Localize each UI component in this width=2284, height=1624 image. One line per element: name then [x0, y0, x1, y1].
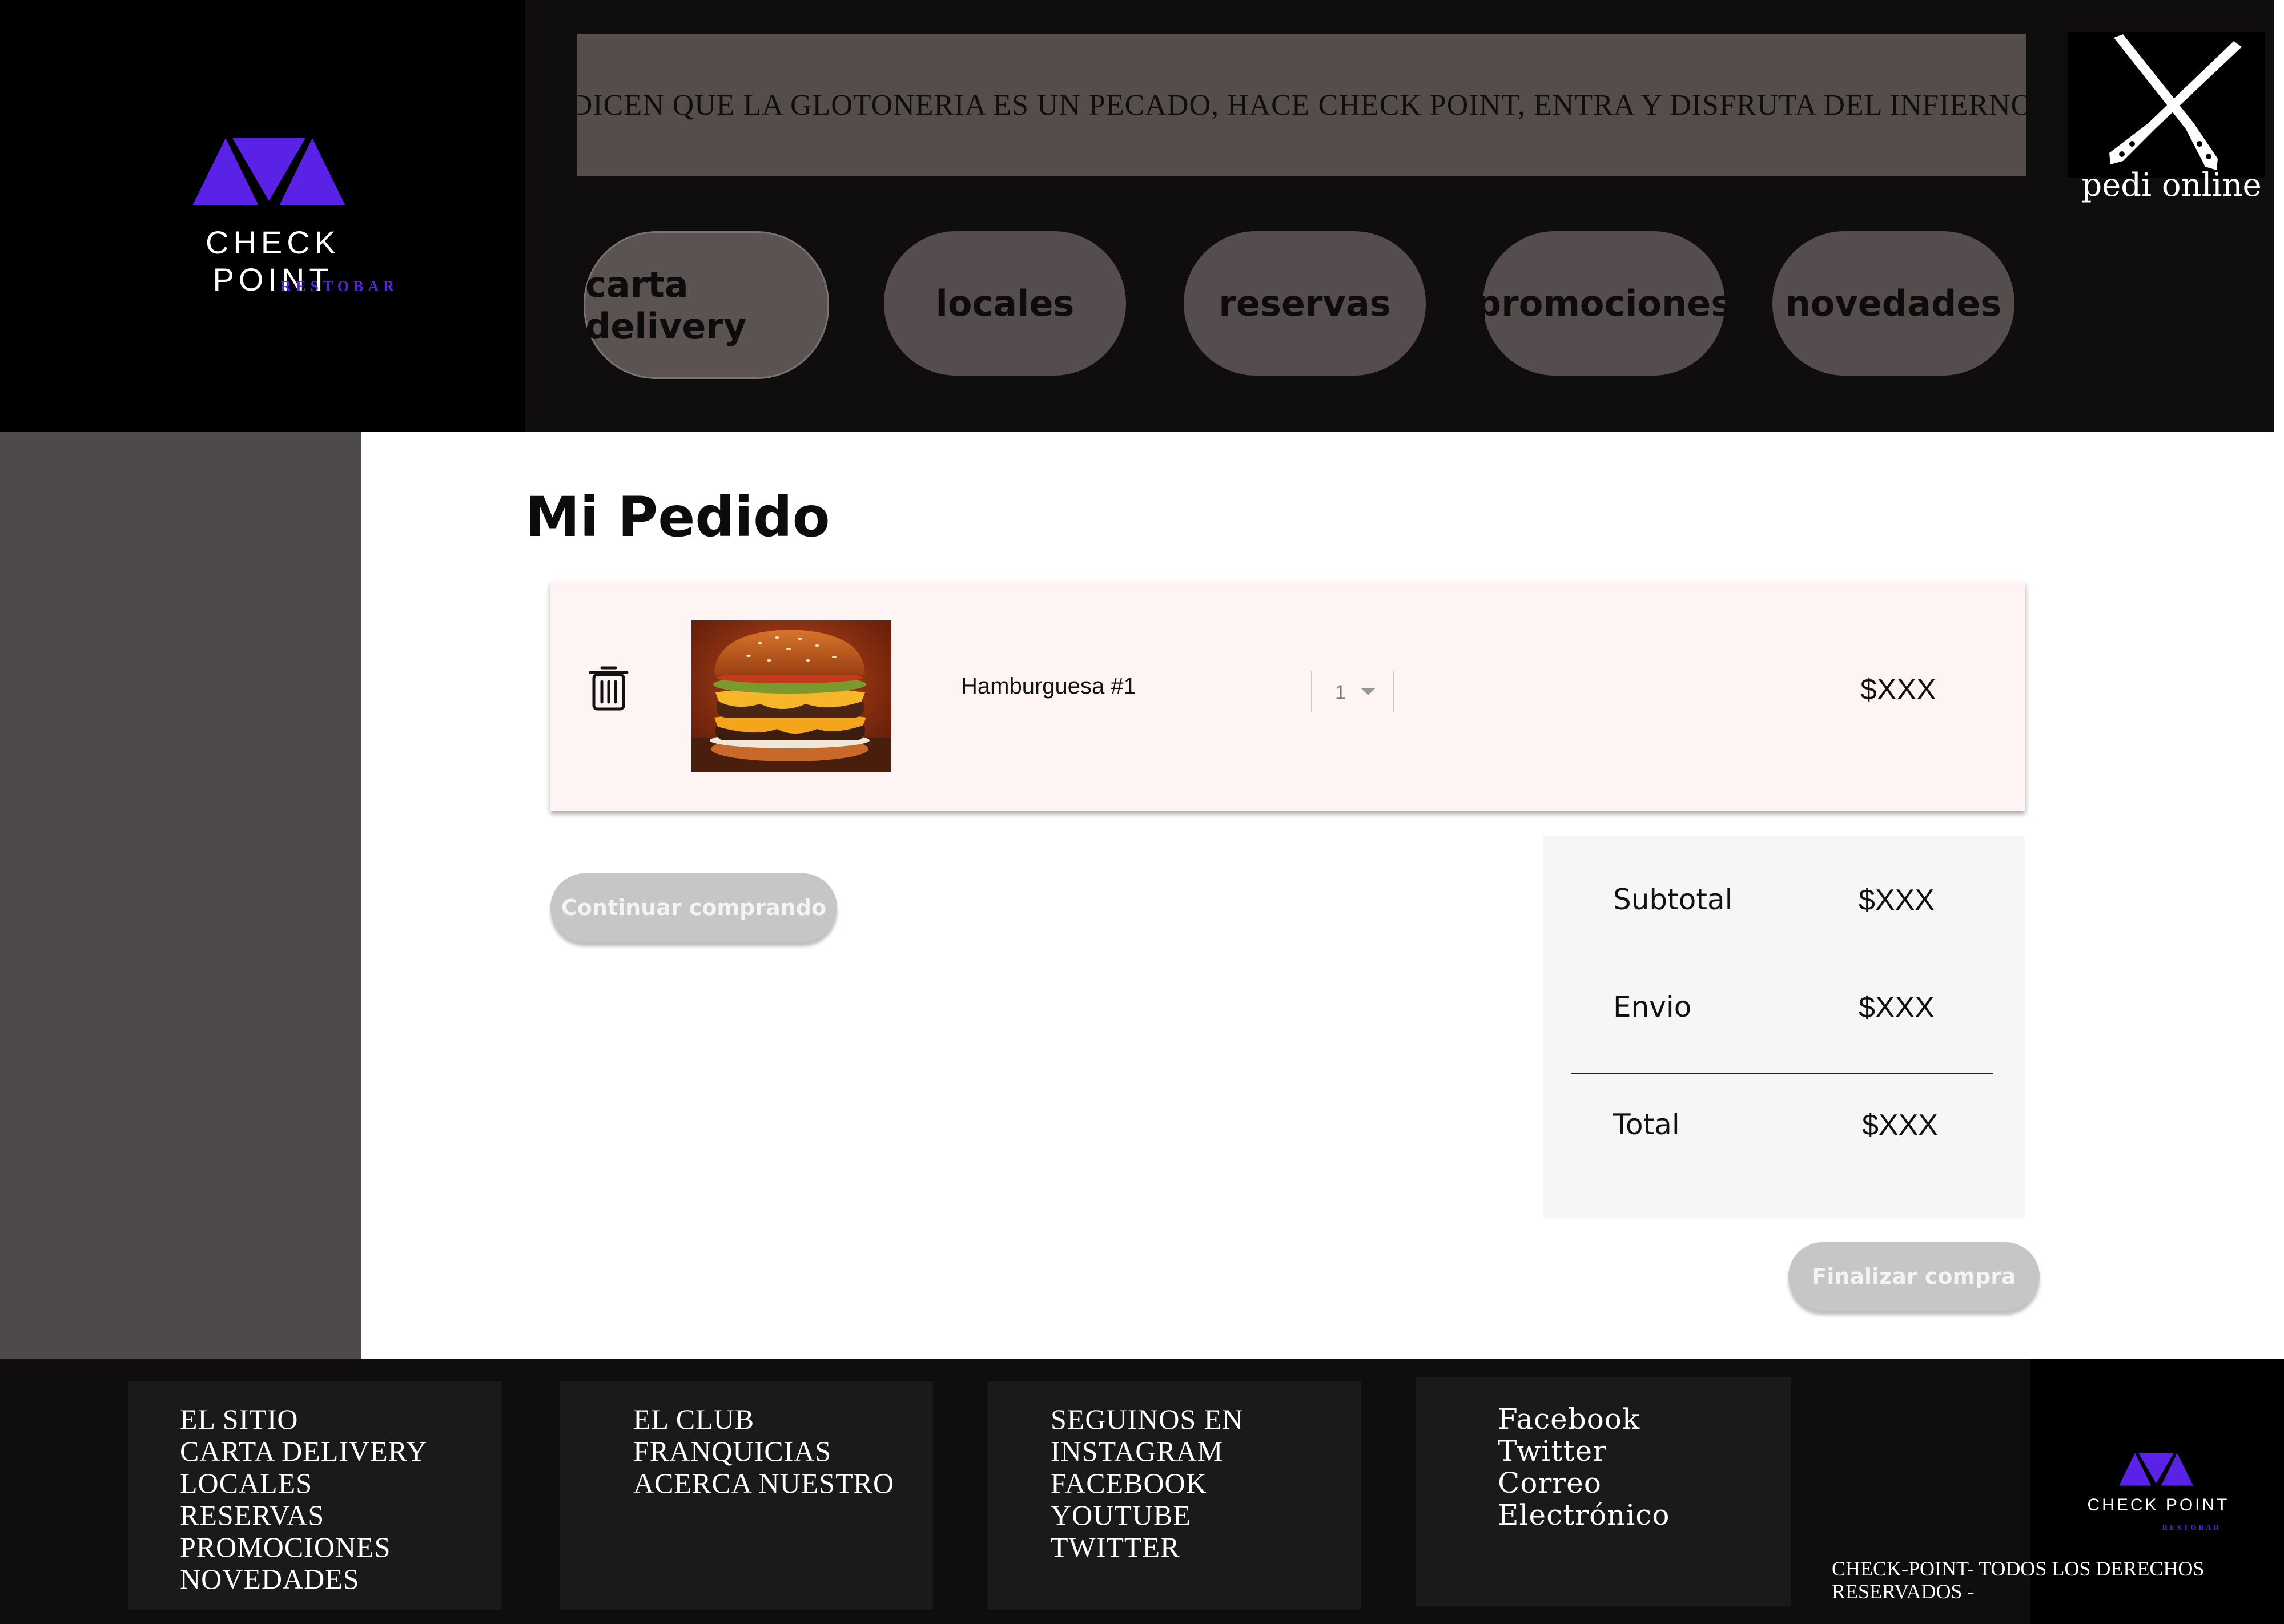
order-online-button[interactable] — [2068, 32, 2265, 178]
footer-link[interactable]: Twitter — [1498, 1435, 1670, 1467]
footer-brand-subtitle: RESTOBAR — [2162, 1523, 2221, 1532]
footer-link[interactable]: LOCALES — [180, 1467, 427, 1499]
quantity-value: 1 — [1335, 682, 1346, 703]
trash-icon[interactable] — [588, 662, 629, 712]
footer-link[interactable]: RESERVAS — [180, 1499, 427, 1531]
finish-purchase-button[interactable]: Finalizar compra — [1788, 1242, 2040, 1311]
burger-photo — [691, 620, 891, 772]
burger-image — [691, 620, 891, 772]
crossed-knives-icon — [2109, 34, 2242, 170]
footer-column-follow: SEGUINOS EN INSTAGRAM FACEBOOK YOUTUBE T… — [988, 1381, 1361, 1610]
footer-column-site: EL SITIO CARTA DELIVERY LOCALES RESERVAS… — [128, 1381, 501, 1610]
footer-link[interactable]: INSTAGRAM — [1051, 1435, 1243, 1467]
footer-column-club: EL CLUB FRANQUICIAS ACERCA NUESTRO — [560, 1381, 933, 1610]
subtotal-value: $XXX — [1859, 884, 1935, 917]
order-summary: Subtotal $XXX Envio $XXX Total $XXX — [1543, 836, 2025, 1219]
footer-link[interactable]: YOUTUBE — [1051, 1499, 1243, 1531]
slogan-text: DICEN QUE LA GLOTONERIA ES UN PECADO, HA… — [570, 89, 2033, 122]
total-value: $XXX — [1862, 1109, 1938, 1142]
footer-brand-name: CHECK POINT — [2087, 1496, 2230, 1514]
continue-shopping-button[interactable]: Continuar comprando — [550, 873, 837, 942]
footer-column-contact: Facebook Twitter Correo Electrónico — [1416, 1377, 1791, 1606]
footer-link[interactable]: FRANQUICIAS — [633, 1435, 894, 1467]
nav-carta-delivery[interactable]: carta delivery — [584, 231, 829, 379]
footer-link[interactable]: Correo — [1498, 1467, 1670, 1499]
summary-divider — [1571, 1073, 1993, 1074]
nav-reservas[interactable]: reservas — [1184, 231, 1426, 376]
shipping-value: $XXX — [1859, 991, 1935, 1024]
footer-link[interactable]: TWITTER — [1051, 1531, 1243, 1563]
subtotal-label: Subtotal — [1613, 883, 1733, 916]
nav-locales[interactable]: locales — [884, 231, 1126, 376]
footer-link[interactable]: NOVEDADES — [180, 1563, 427, 1595]
logo-triangles-icon — [2119, 1453, 2193, 1486]
footer-link[interactable]: SEGUINOS EN — [1051, 1403, 1243, 1435]
brand-subtitle: RESTOBAR — [280, 278, 399, 295]
total-label: Total — [1613, 1108, 1680, 1141]
cart-item-price: $XXX — [1860, 673, 1936, 706]
shipping-label: Envio — [1613, 990, 1692, 1023]
brand-logo[interactable] — [0, 0, 525, 432]
footer-link[interactable]: EL SITIO — [180, 1403, 427, 1435]
footer-link[interactable]: EL CLUB — [633, 1403, 894, 1435]
logo-triangles-icon — [192, 138, 345, 205]
cart-item-name: Hamburguesa #1 — [961, 674, 1136, 699]
quantity-select[interactable]: 1 — [1311, 671, 1394, 712]
footer-link[interactable]: Facebook — [1498, 1403, 1670, 1435]
copyright-text: CHECK-POINT- TODOS LOS DERECHOS RESERVAD… — [1832, 1557, 2205, 1603]
footer-link[interactable]: CARTA DELIVERY — [180, 1435, 427, 1467]
nav-promociones[interactable]: promociones — [1476, 231, 1732, 376]
page-title: Mi Pedido — [525, 485, 830, 549]
slogan-banner: DICEN QUE LA GLOTONERIA ES UN PECADO, HA… — [571, 34, 2032, 176]
order-online-label[interactable]: pedi online — [2068, 167, 2275, 204]
footer-link[interactable]: FACEBOOK — [1051, 1467, 1243, 1499]
footer-link[interactable]: ACERCA NUESTRO — [633, 1467, 894, 1499]
sidebar — [0, 432, 361, 1359]
footer-link[interactable]: PROMOCIONES — [180, 1531, 427, 1563]
chevron-down-icon — [1361, 688, 1375, 695]
footer-link[interactable]: Electrónico — [1498, 1499, 1670, 1531]
nav-novedades[interactable]: novedades — [1772, 231, 2014, 376]
